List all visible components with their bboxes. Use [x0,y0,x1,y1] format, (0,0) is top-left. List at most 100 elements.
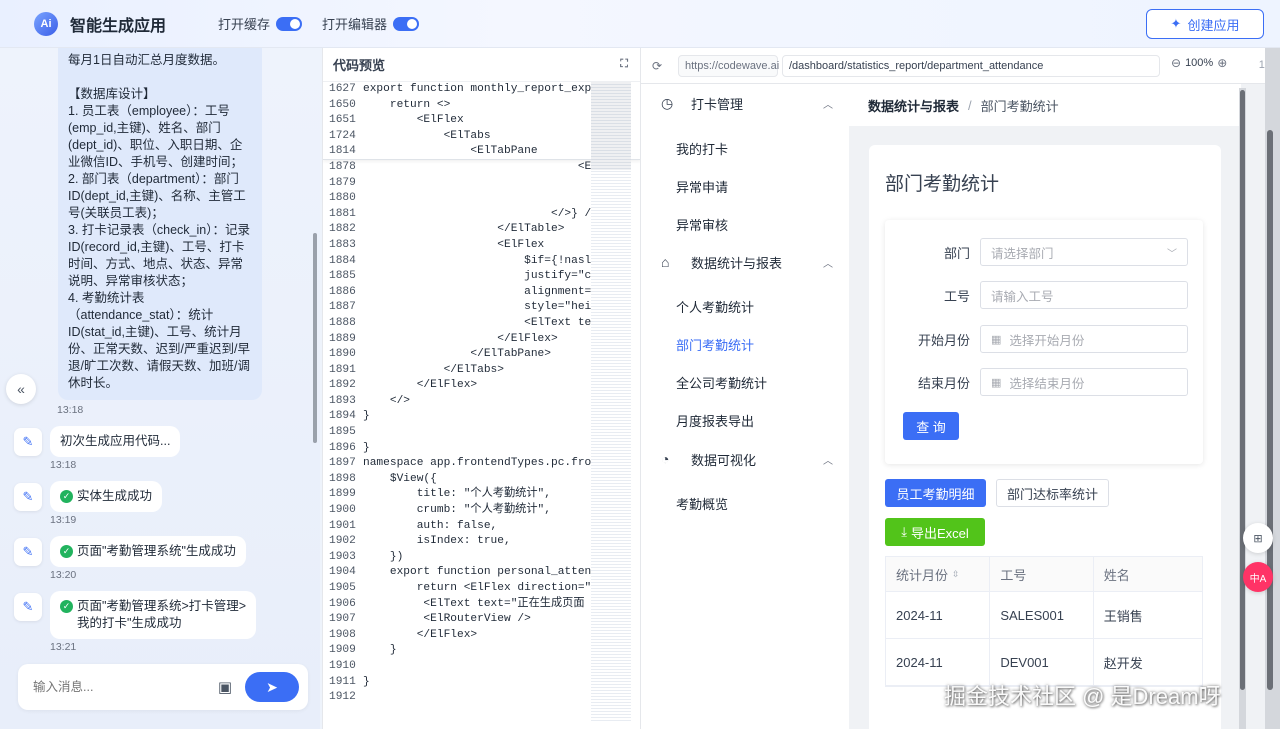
line-number: 1889 [329,332,356,345]
menu-group-statistics[interactable]: ⌂ 数据统计与报表 ︿ [641,243,849,281]
code-text: alignment= [363,285,592,298]
zoom-in-icon[interactable]: ⊕ [1217,56,1227,70]
line-number: 1886 [329,285,356,298]
menu-item-exception-review[interactable]: 异常审核 [676,215,728,234]
code-minimap[interactable] [591,82,631,722]
code-text: style="hei [363,301,592,314]
line-number: 1878 [329,160,356,173]
table-row: 2024-11 SALES001 王销售 [886,592,1202,639]
window-scrollbar[interactable] [1267,130,1273,690]
menu-item-monthly-export[interactable]: 月度报表导出 [676,411,754,430]
tab-dept-compliance[interactable]: 部门达标率统计 [996,479,1109,507]
menu-item-dept-stats[interactable]: 部门考勤统计 [676,335,754,354]
code-text: </> [363,394,410,407]
sort-icon[interactable]: ⇳ [952,569,960,580]
code-preview-header: 代码预览 ⛶ [323,48,640,82]
line-number: 1880 [329,192,356,205]
send-button[interactable]: ➤ [245,672,299,702]
page-card: 部门考勤统计 部门 请选择部门 ﹀ 工号 请输入工号 开始月份 ▦ 选择开始月份… [869,145,1221,729]
line-number: 1905 [329,582,356,594]
cell-name: 王销售 [1103,608,1143,624]
menu-group-visualization[interactable]: ◔ 数据可视化 ︿ [641,440,849,478]
start-month-picker[interactable]: ▦ 选择开始月份 [980,325,1188,353]
attendance-table: 统计月份 ⇳ 工号 姓名 2024-11 SALES001 王销售 2024-11… [885,556,1203,687]
double-chevron-left-icon: « [17,381,25,397]
line-number: 1894 [329,410,356,423]
code-text: title: "个人考勤统计", [363,488,551,501]
query-button[interactable]: 查 询 [903,412,959,440]
app-preview-panel: ⟳ https://codewave.ai /dashboard/statist… [640,48,1280,729]
chat-scrollbar[interactable] [313,233,317,443]
code-text: <E [363,160,592,173]
menu-item-exception-apply[interactable]: 异常申请 [676,177,728,196]
line-number: 1912 [329,691,356,704]
emp-input[interactable]: 请输入工号 [980,281,1188,309]
start-month-label: 开始月份 [917,332,970,348]
end-month-placeholder: 选择结束月份 [1009,376,1085,391]
translate-button[interactable]: 中A [1243,562,1273,592]
menu-item-overview[interactable]: 考勤概览 [676,494,728,513]
calendar-icon: ▦ [991,333,1002,346]
url-path-input[interactable]: /dashboard/statistics_report/department_… [782,54,1160,77]
page-title: 部门考勤统计 [885,174,1000,195]
menu-item-personal-stats[interactable]: 个人考勤统计 [676,297,754,316]
chat-message: 初次生成应用代码... [50,426,181,457]
code-text: </>} / [363,207,592,220]
wand-icon: ✎ [22,599,34,614]
code-text: </ElFlex> [363,379,478,392]
message-text: 页面"考勤管理系统>打卡管理> 我的打卡"生成成功 [77,599,247,630]
image-upload-icon[interactable]: ▣ [215,677,235,697]
code-text: } [363,644,397,657]
code-text: auth: false, [363,519,498,532]
message-time: 13:20 [50,569,77,581]
menu-item-my-checkin[interactable]: 我的打卡 [676,139,728,158]
emp-row: 工号 请输入工号 [885,281,1203,309]
tab-employee-detail[interactable]: 员工考勤明细 [885,479,986,507]
column-header-month[interactable]: 统计月份 ⇳ [886,557,991,591]
line-number: 1650 [329,98,356,111]
zoom-out-icon[interactable]: ⊖ [1171,56,1181,70]
dept-label: 部门 [943,245,970,261]
preview-scrollbar[interactable] [1240,90,1245,690]
code-text: $View({ [363,472,437,485]
code-text: export function monthly_report_exp [363,83,592,95]
expand-icon[interactable]: ⛶ [620,58,628,71]
code-text: </ElTabs> [363,363,504,376]
export-excel-button[interactable]: ⤓ 导出Excel [885,518,985,546]
create-app-button[interactable]: ✦ 创建应用 [1146,9,1264,39]
top-bar: Ai 智能生成应用 打开缓存 打开编辑器 ✦ 创建应用 [0,0,1280,48]
code-text: <ElFlex [363,238,545,251]
code-text: <ElRouterView /> [363,613,531,626]
bot-avatar: ✎ [14,428,42,456]
collapse-chat-button[interactable]: « [6,374,36,404]
dept-select[interactable]: 请选择部门 ﹀ [980,238,1188,266]
menu-group-checkin[interactable]: ◷ 打卡管理 ︿ [641,84,849,122]
breadcrumb-parent[interactable]: 数据统计与报表 [868,96,959,115]
code-text: </ElTable> [363,223,565,236]
sparkle-icon: ✦ [1170,16,1182,31]
chat-message: ✓ 实体生成成功 [50,481,163,512]
create-app-label: 创建应用 [1187,17,1240,33]
message-time: 13:21 [50,641,77,653]
refresh-icon[interactable]: ⟳ [652,59,668,73]
chat-message: ✓ 页面"考勤管理系统"生成成功 [50,536,246,567]
layout-icon[interactable]: ⊞ [1243,523,1273,553]
line-number: 1891 [329,363,356,376]
export-label: 导出Excel [910,525,969,541]
app-title: 智能生成应用 [70,17,167,35]
menu-item-company-stats[interactable]: 全公司考勤统计 [676,373,767,392]
code-preview-title: 代码预览 [333,58,386,73]
code-text: return <> [363,98,451,111]
minimap-viewport[interactable] [591,82,631,170]
line-number: 1909 [329,644,356,657]
cache-toggle[interactable] [276,16,303,31]
message-input[interactable] [33,680,215,694]
wand-icon: ✎ [22,544,34,559]
end-month-picker[interactable]: ▦ 选择结束月份 [980,368,1188,396]
code-preview-panel: 代码预览 ⛶ 1627 export function monthly_repor… [322,48,641,729]
code-text: <ElText te [363,316,592,329]
editor-toggle[interactable] [393,16,420,31]
line-number: 1893 [329,394,356,407]
dept-placeholder: 请选择部门 [991,246,1054,261]
line-number: 1627 [329,83,356,95]
